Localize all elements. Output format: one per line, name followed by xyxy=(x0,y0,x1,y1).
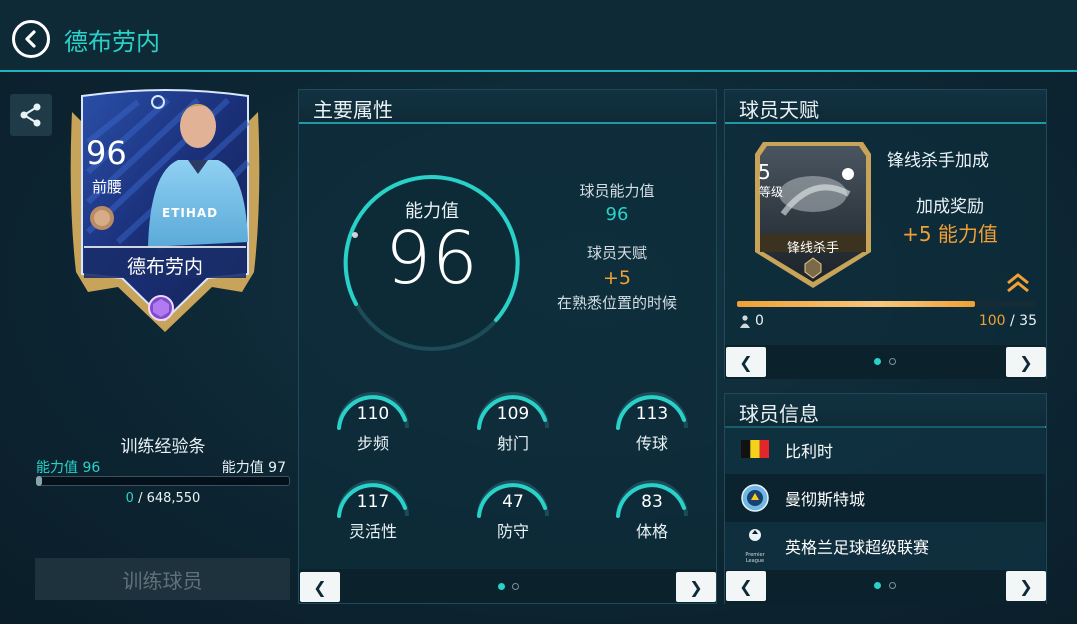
attributes-prev-button[interactable]: ❮ xyxy=(300,572,340,602)
attributes-next-button[interactable]: ❯ xyxy=(676,572,716,602)
player-rating-label: 球员能力值 xyxy=(579,182,655,200)
train-player-button[interactable]: 训练球员 xyxy=(35,558,290,600)
stat-value: 110 xyxy=(356,404,390,424)
header-bar xyxy=(0,0,1077,72)
stat-value: 113 xyxy=(635,404,669,424)
attributes-pager xyxy=(299,569,716,603)
talent-prev-button[interactable]: ❮ xyxy=(726,347,766,377)
training-to: 能力值 97 xyxy=(36,457,286,477)
talent-label: 球员天赋 xyxy=(586,244,647,262)
stat-value: 109 xyxy=(496,404,530,424)
player-rating-value: 96 xyxy=(605,204,629,225)
talent-right-count: 100 / 35 xyxy=(925,313,1037,329)
talent-level: 5 xyxy=(758,160,771,184)
talent-right-total: / 35 xyxy=(1010,313,1037,329)
share-button[interactable] xyxy=(10,94,52,136)
talent-bonus-label: 加成奖励 xyxy=(916,197,984,217)
info-row-nation[interactable]: 比利时 xyxy=(725,426,1045,474)
card-name: 德布劳内 xyxy=(126,256,203,278)
talent-note: 在熟悉位置的时候 xyxy=(556,294,677,312)
talent-pager xyxy=(725,345,1046,379)
talent-value: +5 xyxy=(602,267,631,289)
talent-badge xyxy=(755,142,871,288)
talent-badge-label: 锋线杀手 xyxy=(786,241,839,256)
overall-value: 96 xyxy=(385,216,479,300)
training-title: 训练经验条 xyxy=(120,437,206,457)
training-progress-text: 0 / 648,550 xyxy=(36,491,290,506)
page-dot xyxy=(874,582,881,589)
talent-right-current: 100 xyxy=(978,313,1006,329)
nation-name: 比利时 xyxy=(785,442,834,461)
attributes-header: 主要属性 xyxy=(299,90,716,124)
training-to-label: 能力值 xyxy=(221,460,264,476)
info-title: 球员信息 xyxy=(739,402,819,426)
card-sponsor: ETIHAD xyxy=(162,206,219,220)
share-icon xyxy=(20,103,41,127)
training-current: 0 xyxy=(125,491,134,506)
stat-value: 47 xyxy=(502,492,524,512)
training-to-value: 97 xyxy=(268,460,286,476)
stat-label: 灵活性 xyxy=(348,522,397,541)
club-name: 曼彻斯特城 xyxy=(785,490,866,509)
page-dot xyxy=(874,358,881,365)
premier-league-logo-text: Premier League xyxy=(745,552,765,564)
page-dot xyxy=(512,583,519,590)
stat-dial: 113 传球 xyxy=(612,390,692,460)
stat-dial: 47 防守 xyxy=(473,478,553,548)
info-row-club[interactable]: 曼彻斯特城 xyxy=(725,474,1045,522)
back-button[interactable] xyxy=(12,20,50,58)
card-position: 前腰 xyxy=(92,178,123,196)
talent-panel: 球员天赋 5 等级 锋线杀手 锋线杀手加成 加成奖励 +5 能力值 0 100 … xyxy=(724,89,1047,379)
stat-dial: 83 体格 xyxy=(612,478,692,548)
info-header: 球员信息 xyxy=(725,394,1046,428)
training-total: / 648,550 xyxy=(138,491,201,506)
page-title: 德布劳内 xyxy=(64,28,160,56)
chevron-left-icon xyxy=(25,30,36,48)
page-dot xyxy=(889,582,896,589)
upgrade-arrow-icon[interactable] xyxy=(1005,272,1031,294)
league-name: 英格兰足球超级联赛 xyxy=(785,538,930,557)
stat-label: 传球 xyxy=(635,434,668,453)
stat-dial: 110 步频 xyxy=(333,390,413,460)
stat-label: 防守 xyxy=(496,522,529,541)
talent-next-button[interactable]: ❯ xyxy=(1006,347,1046,377)
stat-dial: 109 射门 xyxy=(473,390,553,460)
training-progress-bar xyxy=(36,476,290,486)
info-prev-button[interactable]: ❮ xyxy=(726,571,766,601)
talent-left-count: 0 xyxy=(755,313,764,329)
talent-level-label: 等级 xyxy=(759,185,784,199)
page-dot xyxy=(498,583,505,590)
training-progress-fill xyxy=(36,476,42,486)
stat-label: 射门 xyxy=(496,434,529,453)
stat-label: 步频 xyxy=(356,434,389,453)
info-panel: 球员信息 比利时 曼彻斯特城 Premier League 英格兰足球超级联赛 … xyxy=(724,393,1047,604)
player-card[interactable]: 96 前腰 ETIHAD 德布劳内 xyxy=(58,82,272,340)
stat-label: 体格 xyxy=(635,522,668,541)
talent-progress-fill xyxy=(737,301,975,307)
card-rating: 96 xyxy=(86,134,127,172)
attributes-title: 主要属性 xyxy=(313,98,393,122)
talent-bonus-value: +5 能力值 xyxy=(902,222,998,246)
talent-header: 球员天赋 xyxy=(725,90,1046,124)
info-row-league[interactable]: Premier League 英格兰足球超级联赛 xyxy=(725,522,1045,570)
talent-title: 球员天赋 xyxy=(739,98,819,122)
page-dot xyxy=(889,358,896,365)
info-next-button[interactable]: ❯ xyxy=(1006,571,1046,601)
player-figure-icon xyxy=(740,315,750,328)
attributes-panel: 主要属性 能力值 96 球员能力值 96 球员天赋 +5 在熟悉位置的时候 11… xyxy=(298,89,717,604)
belgium-flag-icon xyxy=(741,440,769,458)
stat-dial: 117 灵活性 xyxy=(333,478,413,548)
stat-value: 117 xyxy=(356,492,390,512)
stat-value: 83 xyxy=(641,492,663,512)
talent-name: 锋线杀手加成 xyxy=(887,151,989,171)
info-pager xyxy=(725,570,1046,604)
man-city-crest-icon xyxy=(741,484,769,512)
